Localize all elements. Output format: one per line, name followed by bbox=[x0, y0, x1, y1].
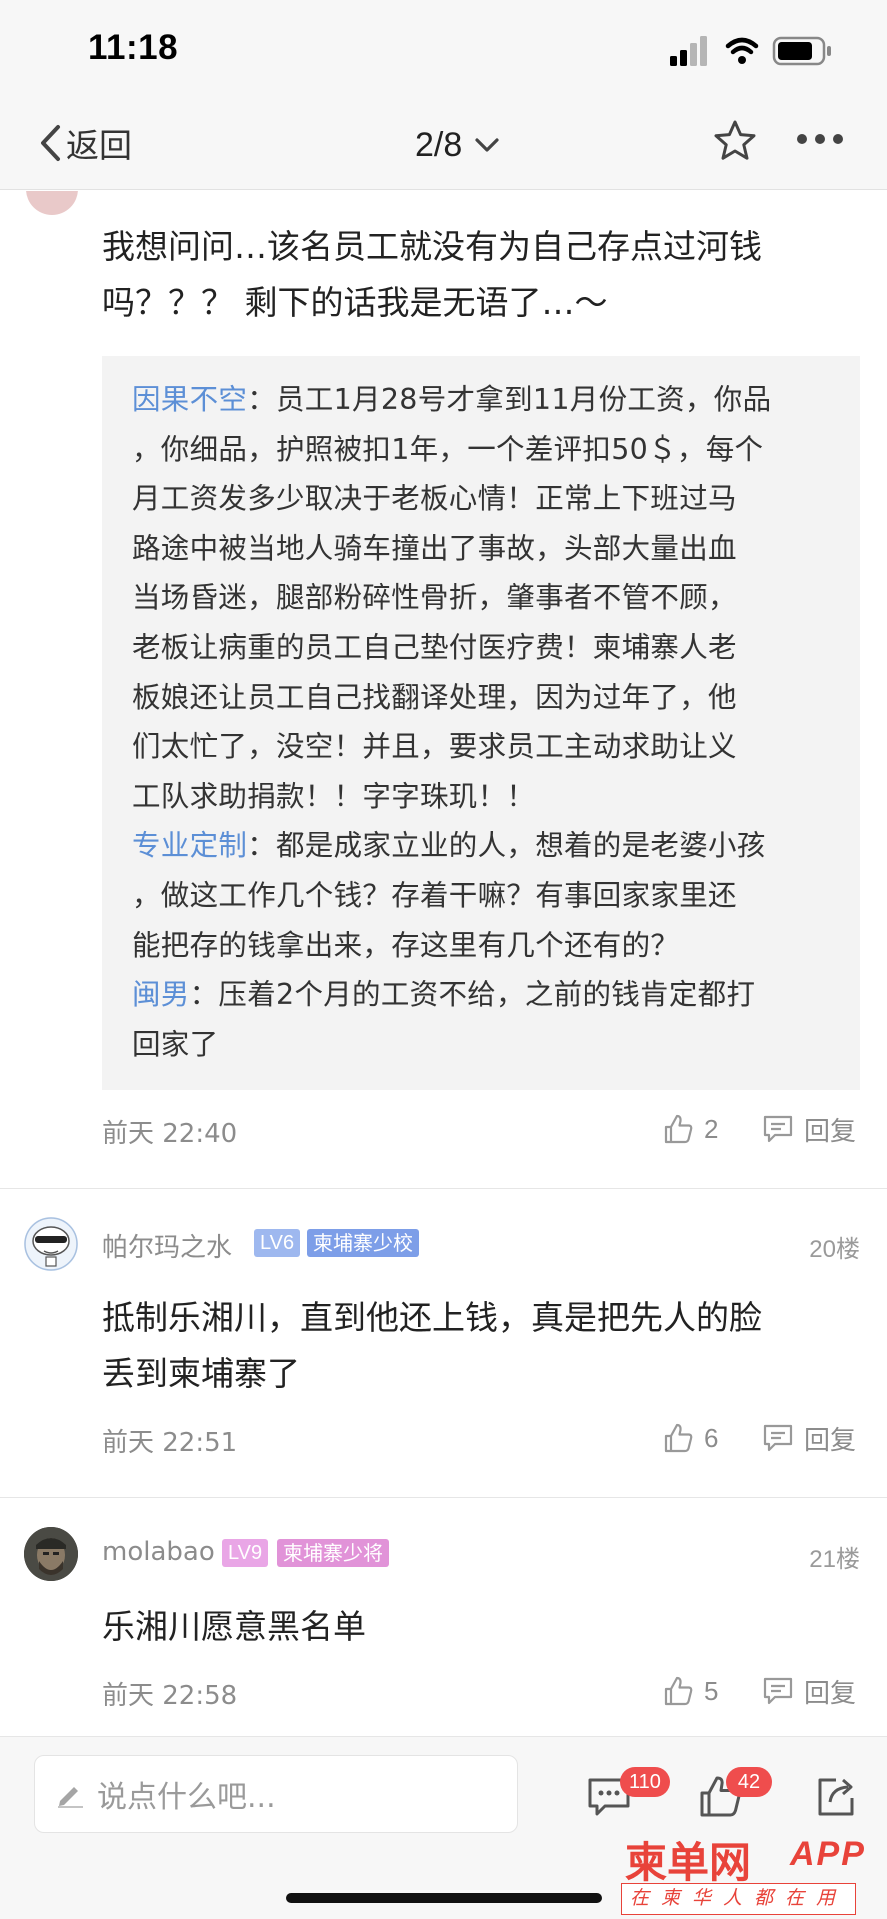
sub-reply-text: 回家了 bbox=[132, 1027, 219, 1061]
rank-badge: 柬埔寨少校 bbox=[307, 1229, 419, 1257]
bottom-bar: 说点什么吧... 110 42 柬单网 APP 在柬华人都在用 bbox=[0, 1736, 887, 1919]
more-options-icon[interactable] bbox=[796, 132, 844, 146]
pencil-icon bbox=[58, 1787, 83, 1808]
divider bbox=[0, 1497, 887, 1498]
avatar-image bbox=[24, 1217, 78, 1271]
status-time: 11:18 bbox=[88, 28, 179, 67]
like-button[interactable]: 5 bbox=[662, 1671, 718, 1711]
like-button[interactable]: 6 bbox=[662, 1418, 718, 1458]
sub-reply-text: ：都是成家立业的人，想着的是老婆小孩 bbox=[247, 829, 766, 863]
chevron-left-icon bbox=[41, 125, 60, 161]
signal-wifi-battery-icon bbox=[670, 36, 831, 66]
sub-reply-text: 板娘还让员工自己找翻译处理，因为过年了，他 bbox=[132, 680, 737, 714]
avatar[interactable] bbox=[24, 1217, 78, 1271]
brand-app: APP bbox=[790, 1835, 866, 1873]
comment-meta: 前天 22:51 6 回复 bbox=[102, 1418, 862, 1459]
sub-reply-text: 老板让病重的员工自己垫付医疗费！柬埔寨人老 bbox=[132, 630, 737, 664]
avatar[interactable] bbox=[24, 1527, 78, 1581]
reply-button[interactable]: 回复 bbox=[762, 1671, 856, 1711]
status-bar: 11:18 bbox=[0, 0, 887, 100]
comment-text: 抵制乐湘川，直到他还上钱，真是把先人的脸 丢到柬埔寨了 bbox=[102, 1290, 842, 1402]
avatar-image bbox=[24, 1527, 78, 1581]
comment-meta: 前天 22:58 5 回复 bbox=[102, 1671, 862, 1712]
home-indicator bbox=[286, 1893, 602, 1903]
sub-reply-text: 月工资发多少取决于老板心情！正常上下班过马 bbox=[132, 482, 737, 516]
floor-number: 20楼 bbox=[809, 1236, 860, 1263]
status-icons bbox=[670, 34, 840, 68]
comment-line: 乐湘川愿意黑名单 bbox=[102, 1607, 366, 1646]
sub-reply[interactable]: 专业定制：都是成家立业的人，想着的是老婆小孩 ，做这工作几个钱？存着干嘛？有事回… bbox=[132, 821, 830, 970]
sub-reply-text: 当场昏迷，腿部粉碎性骨折，肇事者不管不顾， bbox=[132, 581, 737, 615]
like-count-badge: 42 bbox=[726, 1767, 772, 1797]
page-indicator: 2/8 bbox=[415, 125, 463, 164]
comment-time: 前天 22:51 bbox=[102, 1428, 238, 1458]
brand-slogan: 在柬华人都在用 bbox=[621, 1883, 857, 1915]
divider bbox=[0, 1188, 887, 1189]
sub-reply-user[interactable]: 闽男 bbox=[132, 978, 190, 1011]
chevron-down-icon bbox=[475, 138, 499, 152]
comment-count-badge: 110 bbox=[620, 1767, 670, 1797]
level-badge: LV9 bbox=[222, 1539, 269, 1567]
like-button[interactable]: 2 bbox=[662, 1109, 718, 1149]
comment-header: molabao LV9 柬埔寨少将 21楼 bbox=[0, 1527, 887, 1583]
reply-comment-icon bbox=[763, 1424, 793, 1452]
sub-reply-text: 路途中被当地人骑车撞出了事故，头部大量出血 bbox=[132, 531, 737, 565]
comment-line: 吗？？？ 剩下的话我是无语了…～ bbox=[102, 283, 608, 322]
rank-badge: 柬埔寨少将 bbox=[277, 1539, 389, 1567]
brand-watermark: 柬单网 APP 在柬华人都在用 bbox=[621, 1829, 887, 1915]
sub-reply-text: 能把存的钱拿出来，存这里有几个还有的？ bbox=[132, 928, 680, 962]
comment-header: 帕尔玛之水 LV6 柬埔寨少校 20楼 bbox=[0, 1217, 887, 1273]
comment-meta: 前天 22:40 2 回复 bbox=[102, 1109, 862, 1150]
reply-comment-icon bbox=[763, 1677, 793, 1705]
like-count: 2 bbox=[704, 1113, 719, 1144]
reply-label: 回复 bbox=[804, 1116, 857, 1147]
sub-reply-text: ，你细品，护照被扣1年，一个差评扣50＄，每个 bbox=[132, 432, 764, 466]
thumbs-up-icon bbox=[664, 1114, 693, 1144]
reply-button[interactable]: 回复 bbox=[762, 1109, 856, 1149]
level-badge: LV6 bbox=[254, 1229, 301, 1257]
sub-reply[interactable]: 因果不空：员工1月28号才拿到11月份工资，你品 ，你细品，护照被扣1年，一个差… bbox=[132, 375, 830, 821]
comment-line: 抵制乐湘川，直到他还上钱，真是把先人的脸 bbox=[102, 1298, 762, 1337]
sub-reply-text: ，做这工作几个钱？存着干嘛？有事回家家里还 bbox=[132, 878, 737, 912]
input-placeholder: 说点什么吧... bbox=[97, 1780, 276, 1815]
back-label: 返回 bbox=[66, 126, 132, 165]
comment-time: 前天 22:58 bbox=[102, 1681, 238, 1711]
comment-text: 乐湘川愿意黑名单 bbox=[102, 1599, 842, 1655]
sub-reply-text: 工队求助捐款！！字字珠玑！！ bbox=[132, 779, 536, 813]
sub-reply-user[interactable]: 专业定制 bbox=[132, 829, 247, 862]
floor-number: 21楼 bbox=[809, 1546, 860, 1573]
comment-input[interactable]: 说点什么吧... bbox=[34, 1755, 518, 1833]
favorite-star-icon[interactable] bbox=[712, 118, 758, 164]
like-count: 6 bbox=[704, 1422, 719, 1453]
back-button[interactable]: 返回 bbox=[38, 118, 132, 168]
comment-text: 我想问问…该名员工就没有为自己存点过河钱 吗？？？ 剩下的话我是无语了…～ bbox=[102, 219, 842, 331]
thumbs-up-icon bbox=[664, 1676, 693, 1706]
like-count: 5 bbox=[704, 1675, 719, 1706]
user-name[interactable]: 帕尔玛之水 bbox=[102, 1227, 232, 1264]
sub-reply-text: 们太忙了，没空！并且，要求员工主动求助让义 bbox=[132, 730, 737, 764]
share-icon[interactable] bbox=[814, 1773, 858, 1819]
brand-name: 柬单网 bbox=[625, 1838, 752, 1887]
sub-reply[interactable]: 闽男：压着2个月的工资不给，之前的钱肯定都打 回家了 bbox=[132, 970, 830, 1069]
reply-button[interactable]: 回复 bbox=[762, 1418, 856, 1458]
reply-label: 回复 bbox=[804, 1678, 857, 1709]
comment-list[interactable]: 我想问问…该名员工就没有为自己存点过河钱 吗？？？ 剩下的话我是无语了…～ 因果… bbox=[0, 191, 887, 1736]
comment-time: 前天 22:40 bbox=[102, 1119, 238, 1149]
thumbs-up-icon bbox=[664, 1423, 693, 1453]
sub-reply-user[interactable]: 因果不空 bbox=[132, 383, 247, 416]
sub-reply-text: ：压着2个月的工资不给，之前的钱肯定都打 bbox=[189, 978, 756, 1012]
avatar[interactable] bbox=[26, 191, 78, 215]
reply-label: 回复 bbox=[804, 1425, 857, 1456]
sub-reply-text: ：员工1月28号才拿到11月份工资，你品 bbox=[247, 383, 772, 416]
reply-comment-icon bbox=[763, 1115, 793, 1143]
user-name[interactable]: molabao bbox=[102, 1537, 215, 1567]
comment-line: 丢到柬埔寨了 bbox=[102, 1354, 300, 1393]
sub-replies[interactable]: 因果不空：员工1月28号才拿到11月份工资，你品 ，你细品，护照被扣1年，一个差… bbox=[102, 356, 860, 1090]
page-selector[interactable]: 2/8 bbox=[415, 120, 500, 170]
comment-line: 我想问问…该名员工就没有为自己存点过河钱 bbox=[102, 227, 762, 266]
